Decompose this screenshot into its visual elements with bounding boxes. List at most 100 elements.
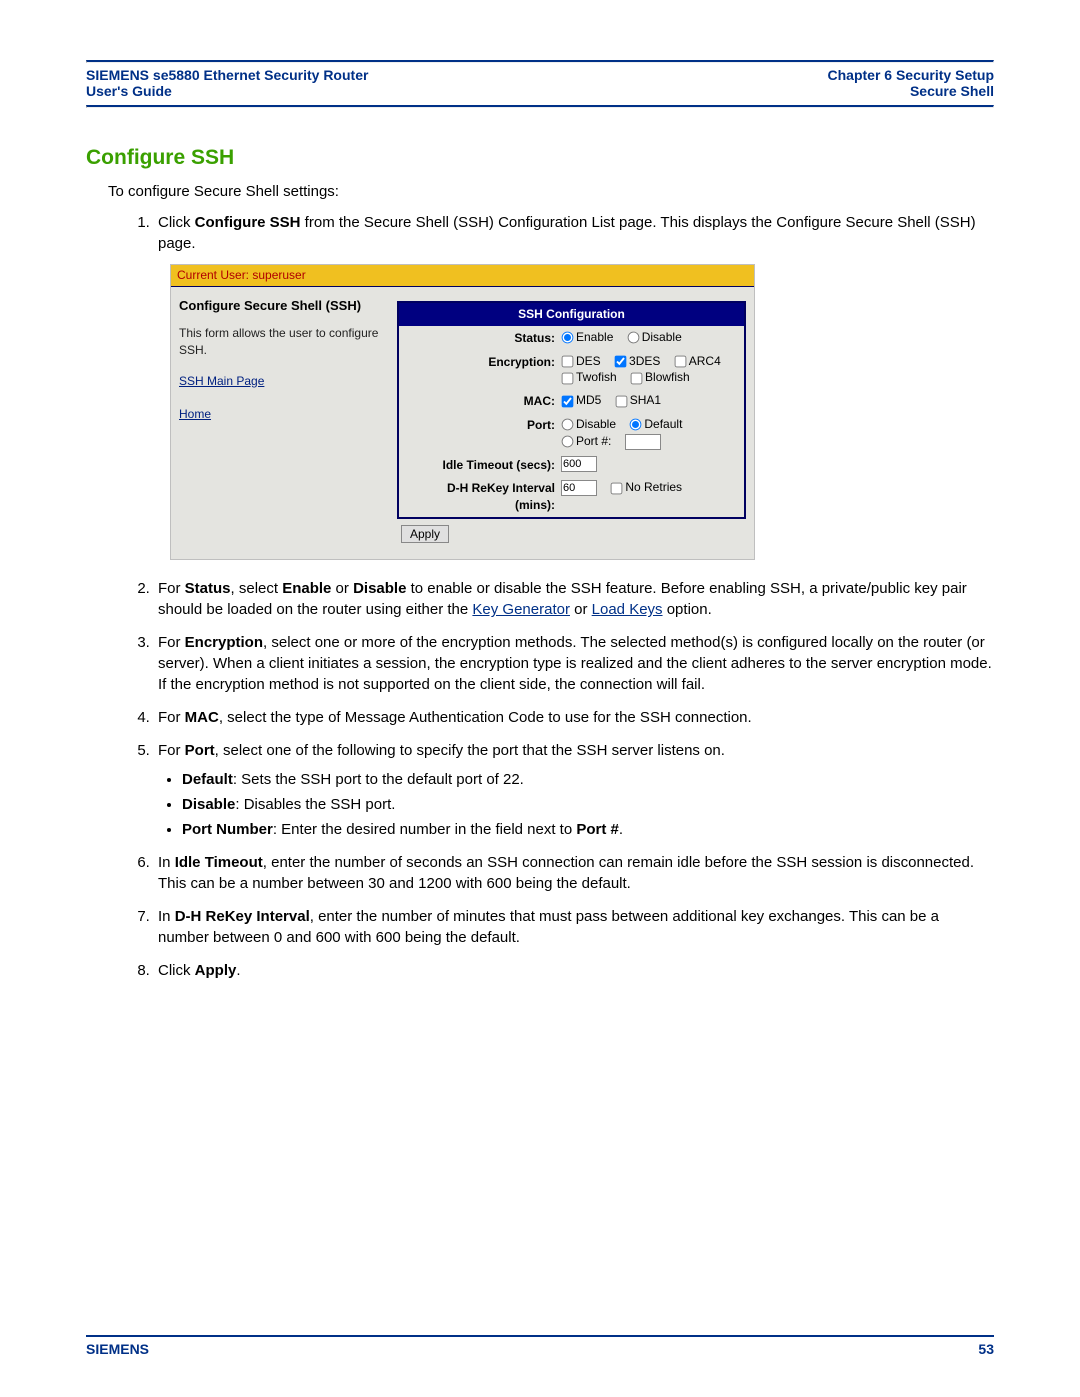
intro-text: To configure Secure Shell settings: [108, 182, 994, 202]
encryption-label: Encryption: [405, 353, 561, 371]
text: , enter the number of seconds an SSH con… [158, 854, 974, 892]
bullet-port-number: Port Number: Enter the desired number in… [182, 819, 994, 840]
port-num-input[interactable] [625, 434, 661, 450]
opt-label: Blowfish [645, 370, 690, 384]
enc-arc4-check[interactable] [674, 356, 686, 368]
footer-page-number: 53 [978, 1341, 994, 1357]
text: For [158, 742, 185, 759]
step-6: In Idle Timeout, enter the number of sec… [154, 852, 994, 894]
opt-label: Disable [576, 417, 616, 431]
text: . [236, 962, 240, 979]
home-link[interactable]: Home [179, 406, 211, 423]
opt-label: Disable [642, 330, 682, 344]
bullet-disable: Disable: Disables the SSH port. [182, 794, 994, 815]
opt-label: ARC4 [689, 354, 721, 368]
mac-sha1-check[interactable] [615, 395, 627, 407]
mac-label: MAC: [405, 392, 561, 410]
apply-button[interactable]: Apply [401, 525, 449, 543]
opt-label: Enable [576, 330, 613, 344]
current-user-bar: Current User: superuser [171, 265, 754, 287]
ssh-main-page-link[interactable]: SSH Main Page [179, 373, 264, 390]
idle-timeout-label: Idle Timeout (secs): [405, 456, 561, 474]
opt-label: 3DES [629, 354, 660, 368]
step-7: In D-H ReKey Interval, enter the number … [154, 906, 994, 948]
rekey-label: D-H ReKey Interval (mins): [405, 479, 561, 514]
text: or [570, 601, 592, 618]
bold: Idle Timeout [175, 854, 263, 871]
header-left: SIEMENS se5880 Ethernet Security Router … [86, 67, 368, 99]
footer-brand: SIEMENS [86, 1341, 149, 1357]
bold: Disable [353, 580, 406, 597]
enc-3des-check[interactable] [615, 356, 627, 368]
text: , select the type of Message Authenticat… [219, 709, 752, 726]
doc-subtitle: User's Guide [86, 83, 368, 99]
opt-label: SHA1 [630, 393, 661, 407]
bold: Port # [576, 821, 619, 838]
header-right: Chapter 6 Security Setup Secure Shell [828, 67, 995, 99]
opt-label: Default [644, 417, 682, 431]
key-generator-link[interactable]: Key Generator [472, 601, 570, 618]
opt-label: Twofish [576, 370, 617, 384]
text: , select one or more of the encryption m… [158, 634, 992, 693]
sidebar-title: Configure Secure Shell (SSH) [179, 297, 381, 315]
no-retries-check[interactable] [611, 482, 623, 494]
enc-blowfish-check[interactable] [631, 372, 643, 384]
port-disable-radio[interactable] [562, 419, 574, 431]
chapter-sub: Secure Shell [828, 83, 995, 99]
bold: Port [185, 742, 215, 759]
bold: Default [182, 771, 233, 788]
bold: Enable [282, 580, 331, 597]
bold: MAC [185, 709, 219, 726]
ssh-config-panel: SSH Configuration Status: Enable Disable [397, 301, 746, 519]
step-8: Click Apply. [154, 960, 994, 981]
bold: Port Number [182, 821, 273, 838]
status-disable-radio[interactable] [627, 332, 639, 344]
text: , select one of the following to specify… [215, 742, 725, 759]
status-enable-radio[interactable] [562, 332, 574, 344]
load-keys-link[interactable]: Load Keys [592, 601, 663, 618]
text: . [619, 821, 623, 838]
enc-twofish-check[interactable] [562, 372, 574, 384]
text: : Enter the desired number in the field … [273, 821, 577, 838]
step-4: For MAC, select the type of Message Auth… [154, 707, 994, 728]
bullet-default: Default: Sets the SSH port to the defaul… [182, 769, 994, 790]
text: : Sets the SSH port to the default port … [233, 771, 524, 788]
doc-title: SIEMENS se5880 Ethernet Security Router [86, 67, 368, 83]
text: In [158, 854, 175, 871]
mac-md5-check[interactable] [562, 395, 574, 407]
text: Click [158, 962, 195, 979]
text: For [158, 709, 185, 726]
text: : Disables the SSH port. [235, 796, 395, 813]
step-2: For Status, select Enable or Disable to … [154, 578, 994, 620]
chapter-title: Chapter 6 Security Setup [828, 67, 995, 83]
enc-des-check[interactable] [562, 356, 574, 368]
status-label: Status: [405, 329, 561, 347]
bold: Status [185, 580, 231, 597]
bold: Configure SSH [195, 214, 301, 231]
text: For [158, 580, 185, 597]
text: option. [663, 601, 712, 618]
opt-label: DES [576, 354, 601, 368]
bold: Apply [195, 962, 237, 979]
panel-title: SSH Configuration [399, 303, 744, 326]
text: , select [231, 580, 283, 597]
sidebar-desc: This form allows the user to configure S… [179, 325, 381, 359]
port-label: Port: [405, 416, 561, 434]
idle-timeout-input[interactable] [561, 456, 597, 472]
embedded-screenshot: Current User: superuser Configure Secure… [170, 264, 755, 560]
opt-label: MD5 [576, 393, 601, 407]
step-3: For Encryption, select one or more of th… [154, 632, 994, 695]
opt-label: Port #: [576, 434, 611, 448]
bold: Encryption [185, 634, 263, 651]
bold: D-H ReKey Interval [175, 908, 310, 925]
bold: Disable [182, 796, 235, 813]
text: In [158, 908, 175, 925]
rekey-input[interactable] [561, 480, 597, 496]
port-default-radio[interactable] [630, 419, 642, 431]
text: Click [158, 214, 195, 231]
step-5: For Port, select one of the following to… [154, 740, 994, 840]
text: or [331, 580, 353, 597]
port-num-radio[interactable] [562, 436, 574, 448]
opt-label: No Retries [625, 480, 682, 494]
section-heading: Configure SSH [86, 146, 994, 170]
